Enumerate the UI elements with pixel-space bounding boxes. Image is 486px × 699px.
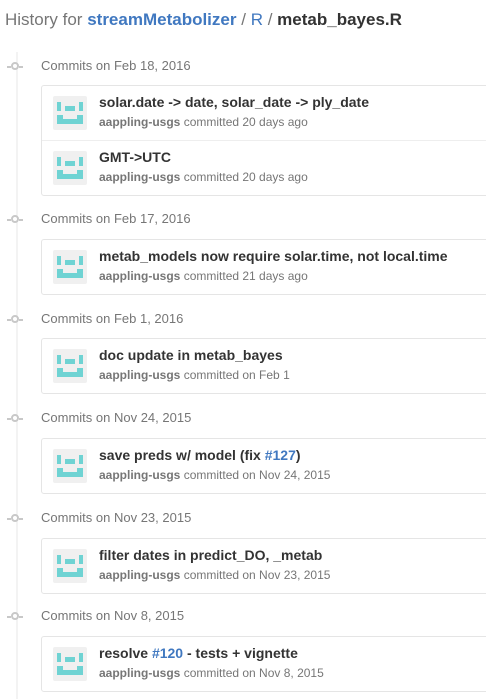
commit-message[interactable]: save preds w/ model (fix #127) xyxy=(99,447,301,463)
commit-message-text: save preds w/ model (fix xyxy=(99,447,265,463)
history-prefix: History for xyxy=(5,10,83,29)
commit-meta: aappling-usgs committed 21 days ago xyxy=(99,269,308,283)
commit-time: committed on Feb 1 xyxy=(183,368,290,382)
commit-author[interactable]: aappling-usgs xyxy=(99,269,180,283)
commit-time: committed 20 days ago xyxy=(183,115,308,129)
avatar[interactable] xyxy=(53,250,87,284)
commit-author[interactable]: aappling-usgs xyxy=(99,368,180,382)
commit-meta: aappling-usgs committed on Nov 24, 2015 xyxy=(99,468,330,482)
avatar[interactable] xyxy=(53,549,87,583)
commit-author[interactable]: aappling-usgs xyxy=(99,468,180,482)
commit-author[interactable]: aappling-usgs xyxy=(99,666,180,680)
commit-date-label: Commits on Nov 23, 2015 xyxy=(41,510,192,525)
timeline-line xyxy=(16,52,18,699)
commit-date-label: Commits on Feb 18, 2016 xyxy=(41,58,191,73)
commit-meta: aappling-usgs committed on Nov 23, 2015 xyxy=(99,568,330,582)
commit-group-header: Commits on Feb 18, 2016 xyxy=(0,57,486,77)
commit-node-icon xyxy=(7,315,23,323)
identicon-graphic xyxy=(57,653,83,675)
breadcrumb: History for streamMetabolizer / R / meta… xyxy=(5,9,402,31)
commit-meta: aappling-usgs committed on Nov 8, 2015 xyxy=(99,666,324,680)
commit-list: metab_models now require solar.time, not… xyxy=(41,239,486,295)
commit-group-header: Commits on Feb 17, 2016 xyxy=(0,210,486,230)
commit-message[interactable]: doc update in metab_bayes xyxy=(99,347,283,363)
commit-list: save preds w/ model (fix #127) aappling-u… xyxy=(41,438,486,494)
commit-row: solar.date -> date, solar_date -> ply_da… xyxy=(42,86,486,140)
commit-row: save preds w/ model (fix #127) aappling-u… xyxy=(42,439,486,493)
commit-row: metab_models now require solar.time, not… xyxy=(42,240,486,294)
identicon-graphic xyxy=(57,157,83,179)
commit-message[interactable]: filter dates in predict_DO, _metab xyxy=(99,547,322,563)
commit-list: resolve #120 - tests + vignette aappling-… xyxy=(41,636,486,692)
commit-message-text: doc update in metab_bayes xyxy=(99,347,283,363)
commit-group-header: Commits on Nov 24, 2015 xyxy=(0,409,486,429)
breadcrumb-separator: / xyxy=(241,10,246,29)
avatar[interactable] xyxy=(53,151,87,185)
issue-link[interactable]: #127 xyxy=(265,447,296,463)
avatar[interactable] xyxy=(53,349,87,383)
commit-author[interactable]: aappling-usgs xyxy=(99,568,180,582)
identicon-graphic xyxy=(57,455,83,477)
breadcrumb-separator: / xyxy=(267,10,273,29)
avatar[interactable] xyxy=(53,96,87,130)
commit-time: committed on Nov 24, 2015 xyxy=(183,468,331,482)
identicon-graphic xyxy=(57,355,83,377)
repo-link[interactable]: streamMetabolizer xyxy=(87,10,236,29)
avatar[interactable] xyxy=(53,647,87,681)
commit-list: doc update in metab_bayes aappling-usgs c… xyxy=(41,338,486,394)
commit-time: committed on Nov 8, 2015 xyxy=(183,666,324,680)
commit-date-label: Commits on Nov 24, 2015 xyxy=(41,410,192,425)
commit-message-suffix: ) xyxy=(295,447,301,463)
commit-time: committed on Nov 23, 2015 xyxy=(183,568,331,582)
commit-list: solar.date -> date, solar_date -> ply_da… xyxy=(41,85,486,196)
commit-meta: aappling-usgs committed 20 days ago xyxy=(99,115,308,129)
commit-row: resolve #120 - tests + vignette aappling-… xyxy=(42,637,486,691)
commit-group-header: Commits on Feb 1, 2016 xyxy=(0,310,486,330)
folder-link[interactable]: R xyxy=(251,10,263,29)
commit-message[interactable]: GMT->UTC xyxy=(99,149,171,165)
commit-list: filter dates in predict_DO, _metabaappli… xyxy=(41,538,486,594)
commit-node-icon xyxy=(7,514,23,522)
commit-message-text: GMT->UTC xyxy=(99,149,171,165)
commit-time: committed 20 days ago xyxy=(183,170,308,184)
identicon-graphic xyxy=(57,555,83,577)
identicon-graphic xyxy=(57,256,83,278)
file-name: metab_bayes.R xyxy=(277,10,402,29)
commit-author[interactable]: aappling-usgs xyxy=(99,115,180,129)
commit-node-icon xyxy=(7,215,23,223)
commit-group-header: Commits on Nov 8, 2015 xyxy=(0,607,486,627)
issue-link[interactable]: #120 xyxy=(152,645,183,661)
commit-row: doc update in metab_bayes aappling-usgs c… xyxy=(42,339,486,393)
commit-message-suffix: - tests + vignette xyxy=(183,645,298,661)
commit-node-icon xyxy=(7,612,23,620)
commit-row: GMT->UTC aappling-usgs committed 20 days … xyxy=(42,140,486,195)
commit-group-header: Commits on Nov 23, 2015 xyxy=(0,509,486,529)
commit-message[interactable]: metab_models now require solar.time, not… xyxy=(99,248,448,264)
commit-node-icon xyxy=(7,414,23,422)
avatar[interactable] xyxy=(53,449,87,483)
commit-message[interactable]: resolve #120 - tests + vignette xyxy=(99,645,298,661)
commit-meta: aappling-usgs committed on Feb 1 xyxy=(99,368,290,382)
commit-message-text: metab_models now require solar.time, not… xyxy=(99,248,448,264)
commit-date-label: Commits on Feb 1, 2016 xyxy=(41,311,184,326)
commit-time: committed 21 days ago xyxy=(183,269,308,283)
commit-date-label: Commits on Feb 17, 2016 xyxy=(41,211,191,226)
commit-message-text: solar.date -> date, solar_date -> ply_da… xyxy=(99,94,369,110)
commit-author[interactable]: aappling-usgs xyxy=(99,170,180,184)
commit-message[interactable]: solar.date -> date, solar_date -> ply_da… xyxy=(99,94,369,110)
commit-row: filter dates in predict_DO, _metabaappli… xyxy=(42,539,486,593)
commit-message-text: resolve xyxy=(99,645,152,661)
commit-message-text: filter dates in predict_DO, _metab xyxy=(99,547,323,563)
commit-meta: aappling-usgs committed 20 days ago xyxy=(99,170,308,184)
identicon-graphic xyxy=(57,102,83,124)
commit-date-label: Commits on Nov 8, 2015 xyxy=(41,608,185,623)
commit-node-icon xyxy=(7,62,23,70)
